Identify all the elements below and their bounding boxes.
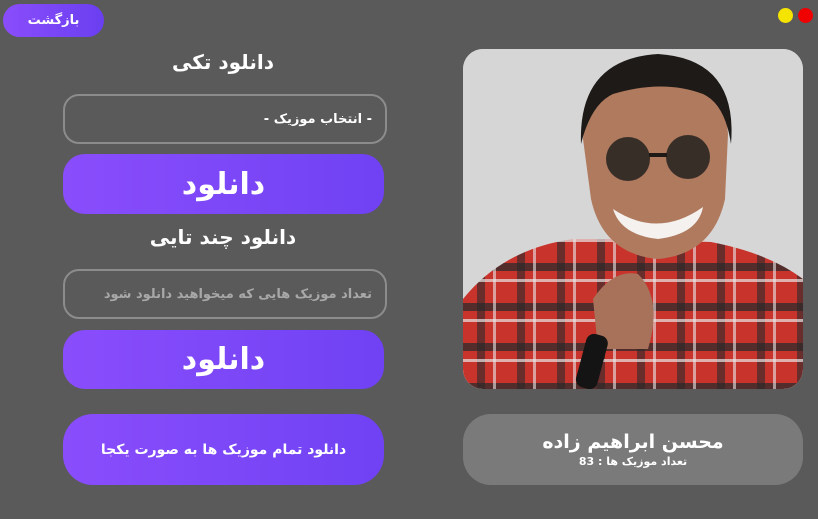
close-window-button[interactable] bbox=[798, 8, 813, 23]
music-count-label: تعداد موزیک ها : 83 bbox=[578, 454, 688, 468]
multi-download-heading: دانلود چند تایی bbox=[149, 225, 297, 249]
artist-photo bbox=[463, 49, 803, 389]
artist-card: محسن ابراهیم زاده تعداد موزیک ها : 83 bbox=[463, 414, 803, 485]
music-count-input[interactable]: تعداد موزیک هایی که میخواهید دانلود شود bbox=[63, 269, 387, 319]
minimize-window-button[interactable] bbox=[778, 8, 793, 23]
single-download-heading: دانلود تکی bbox=[172, 50, 274, 74]
download-all-button[interactable]: دانلود تمام موزیک ها به صورت یکجا bbox=[63, 414, 384, 485]
multi-download-button[interactable]: دانلود bbox=[63, 330, 384, 389]
back-button[interactable]: بازگشت bbox=[3, 4, 104, 37]
music-select-value: - انتخاب موزیک - bbox=[263, 111, 372, 127]
artist-name: محسن ابراهیم زاده bbox=[542, 430, 724, 453]
music-select[interactable]: - انتخاب موزیک - bbox=[63, 94, 387, 144]
music-count-placeholder: تعداد موزیک هایی که میخواهید دانلود شود bbox=[103, 286, 372, 302]
single-download-button[interactable]: دانلود bbox=[63, 154, 384, 214]
